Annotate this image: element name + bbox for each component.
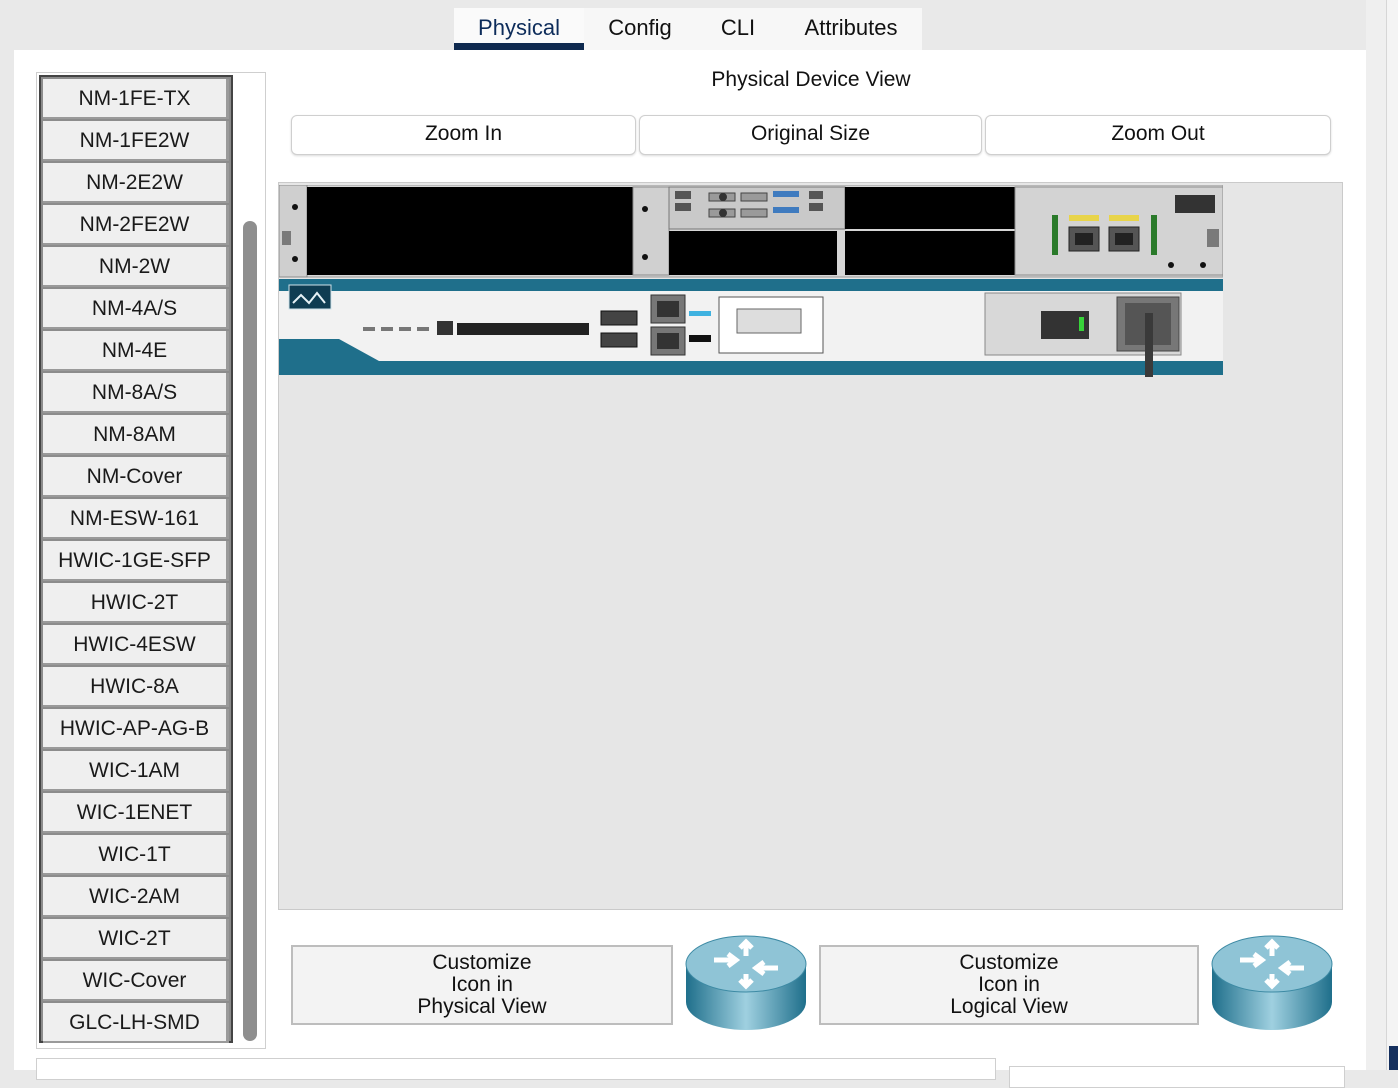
tab-attributes[interactable]: Attributes [780, 8, 922, 50]
customize-logical-line-2: Icon in [978, 973, 1040, 996]
module-list-scroll-thumb[interactable] [243, 221, 257, 1041]
module-item[interactable]: NM-2W [43, 247, 229, 287]
module-list-items: NM-1FE-TX NM-1FE2W NM-2E2W NM-2FE2W NM-2… [39, 75, 233, 1043]
original-size-button[interactable]: Original Size [639, 115, 982, 155]
module-item[interactable]: WIC-2T [43, 919, 229, 959]
module-slot-1[interactable] [669, 231, 837, 275]
customize-logical-line-1: Customize [959, 951, 1059, 974]
module-list: NM-1FE-TX NM-1FE2W NM-2E2W NM-2FE2W NM-2… [36, 72, 266, 1049]
module-item[interactable]: NM-1FE-TX [43, 79, 229, 119]
zoom-in-button[interactable]: Zoom In [291, 115, 636, 155]
physical-device-view [278, 182, 1343, 910]
module-item[interactable]: NM-2FE2W [43, 205, 229, 245]
customize-physical-icon-button[interactable]: Customize Icon in Physical View [291, 945, 673, 1025]
module-slot-0[interactable] [307, 187, 633, 275]
customize-physical-line-1: Customize [432, 951, 532, 974]
view-title: Physical Device View [711, 68, 911, 91]
bottom-panel-left [36, 1058, 996, 1080]
module-item[interactable]: WIC-1AM [43, 751, 229, 791]
router-physical-icon [685, 935, 807, 1030]
module-item[interactable]: HWIC-1GE-SFP [43, 541, 229, 581]
module-slot-2[interactable] [845, 187, 1015, 229]
module-item[interactable]: GLC-LH-SMD [43, 1003, 229, 1043]
module-item[interactable]: WIC-2AM [43, 877, 229, 917]
module-item[interactable]: HWIC-2T [43, 583, 229, 623]
module-item[interactable]: WIC-1ENET [43, 793, 229, 833]
window-edge [1386, 0, 1398, 1070]
module-item[interactable]: NM-4A/S [43, 289, 229, 329]
tab-config[interactable]: Config [584, 8, 696, 50]
router-logical-icon [1211, 935, 1333, 1030]
customize-physical-line-3: Physical View [417, 995, 547, 1018]
tab-bar: Physical Config CLI Attributes [454, 8, 922, 50]
module-item[interactable]: NM-4E [43, 331, 229, 371]
customize-logical-icon-button[interactable]: Customize Icon in Logical View [819, 945, 1199, 1025]
zoom-out-button[interactable]: Zoom Out [985, 115, 1331, 155]
module-item[interactable]: NM-Cover [43, 457, 229, 497]
customize-logical-line-3: Logical View [950, 995, 1068, 1018]
module-item[interactable]: NM-8A/S [43, 373, 229, 413]
module-item[interactable]: HWIC-4ESW [43, 625, 229, 665]
module-item[interactable]: NM-ESW-161 [43, 499, 229, 539]
router-chassis-image [279, 185, 1223, 377]
window-edge-marker [1389, 1046, 1398, 1070]
module-item[interactable]: NM-8AM [43, 415, 229, 455]
module-item[interactable]: HWIC-AP-AG-B [43, 709, 229, 749]
physical-panel: NM-1FE-TX NM-1FE2W NM-2E2W NM-2FE2W NM-2… [14, 50, 1366, 1088]
module-item[interactable]: NM-1FE2W [43, 121, 229, 161]
module-item[interactable]: WIC-1T [43, 835, 229, 875]
tab-physical[interactable]: Physical [454, 8, 584, 50]
tab-cli[interactable]: CLI [696, 8, 780, 50]
bottom-panel-right [1009, 1066, 1345, 1088]
window-gutter [1366, 0, 1386, 1070]
module-item[interactable]: NM-2E2W [43, 163, 229, 203]
module-item[interactable]: WIC-Cover [43, 961, 229, 1001]
module-item[interactable]: HWIC-8A [43, 667, 229, 707]
module-slot-3[interactable] [845, 231, 1015, 275]
customize-physical-line-2: Icon in [451, 973, 513, 996]
